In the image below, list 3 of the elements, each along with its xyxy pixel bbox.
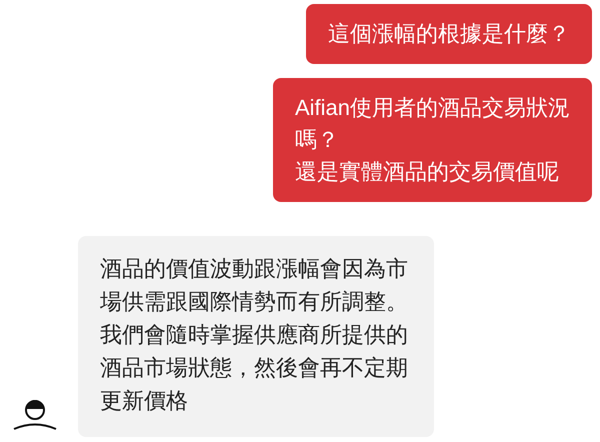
message-text: Aifian使用者的酒品交易狀況 嗎？ 還是實體酒品的交易價值呢: [294, 94, 570, 186]
message-text: 酒品的價值波動跟漲幅會因為市 場供需跟國際情勢而有所調整。 我們會隨時掌握供應商所提供的 酒品市場狀態，然後會再不定期 更新價格: [100, 255, 408, 415]
message-text: 這個漲幅的根據是什麼？: [328, 20, 570, 48]
